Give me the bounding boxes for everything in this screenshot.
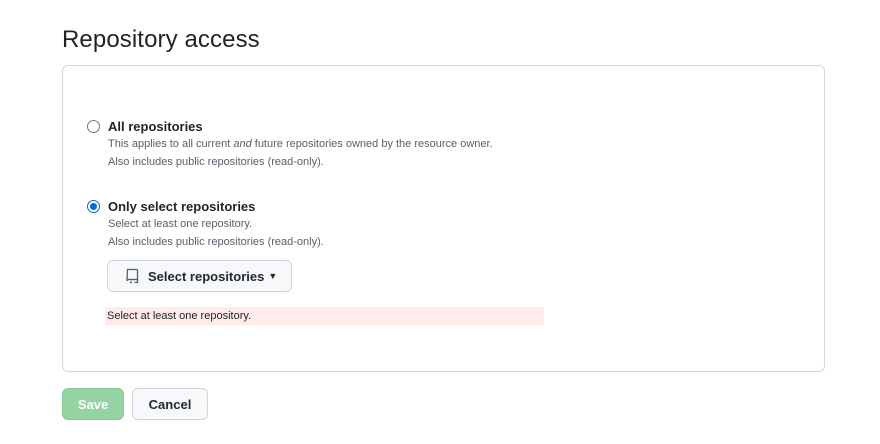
- select-repositories-button[interactable]: Select repositories ▼: [107, 260, 292, 292]
- repo-icon: [125, 268, 139, 284]
- desc-text: This applies to all current: [108, 138, 234, 150]
- caret-down-icon: ▼: [268, 271, 278, 281]
- option-all-repositories: All repositories This applies to all cur…: [87, 117, 493, 171]
- cancel-button[interactable]: Cancel: [132, 388, 208, 420]
- all-repositories-description: This applies to all current and future r…: [108, 135, 493, 153]
- all-repositories-label[interactable]: All repositories: [108, 119, 203, 134]
- desc-emphasis: and: [233, 138, 252, 150]
- all-repositories-radio[interactable]: [87, 119, 100, 133]
- all-repositories-note: Also includes public repositories (read-…: [108, 156, 324, 168]
- repository-access-page: Repository access All repositories This …: [0, 0, 880, 444]
- validation-error: Select at least one repository.: [105, 307, 544, 325]
- select-repositories-button-label: Select repositories: [148, 268, 265, 284]
- save-button[interactable]: Save: [62, 388, 124, 420]
- select-repositories-radio[interactable]: [87, 199, 100, 213]
- option-select-repositories: Only select repositories Select at least…: [87, 197, 324, 251]
- page-title: Repository access: [62, 26, 260, 53]
- select-repositories-note: Also includes public repositories (read-…: [108, 236, 324, 248]
- desc-text: future repositories owned by the resourc…: [251, 138, 493, 150]
- select-repositories-description: Select at least one repository.: [108, 218, 253, 230]
- select-repositories-label[interactable]: Only select repositories: [108, 199, 255, 214]
- repository-access-panel: All repositories This applies to all cur…: [62, 65, 825, 372]
